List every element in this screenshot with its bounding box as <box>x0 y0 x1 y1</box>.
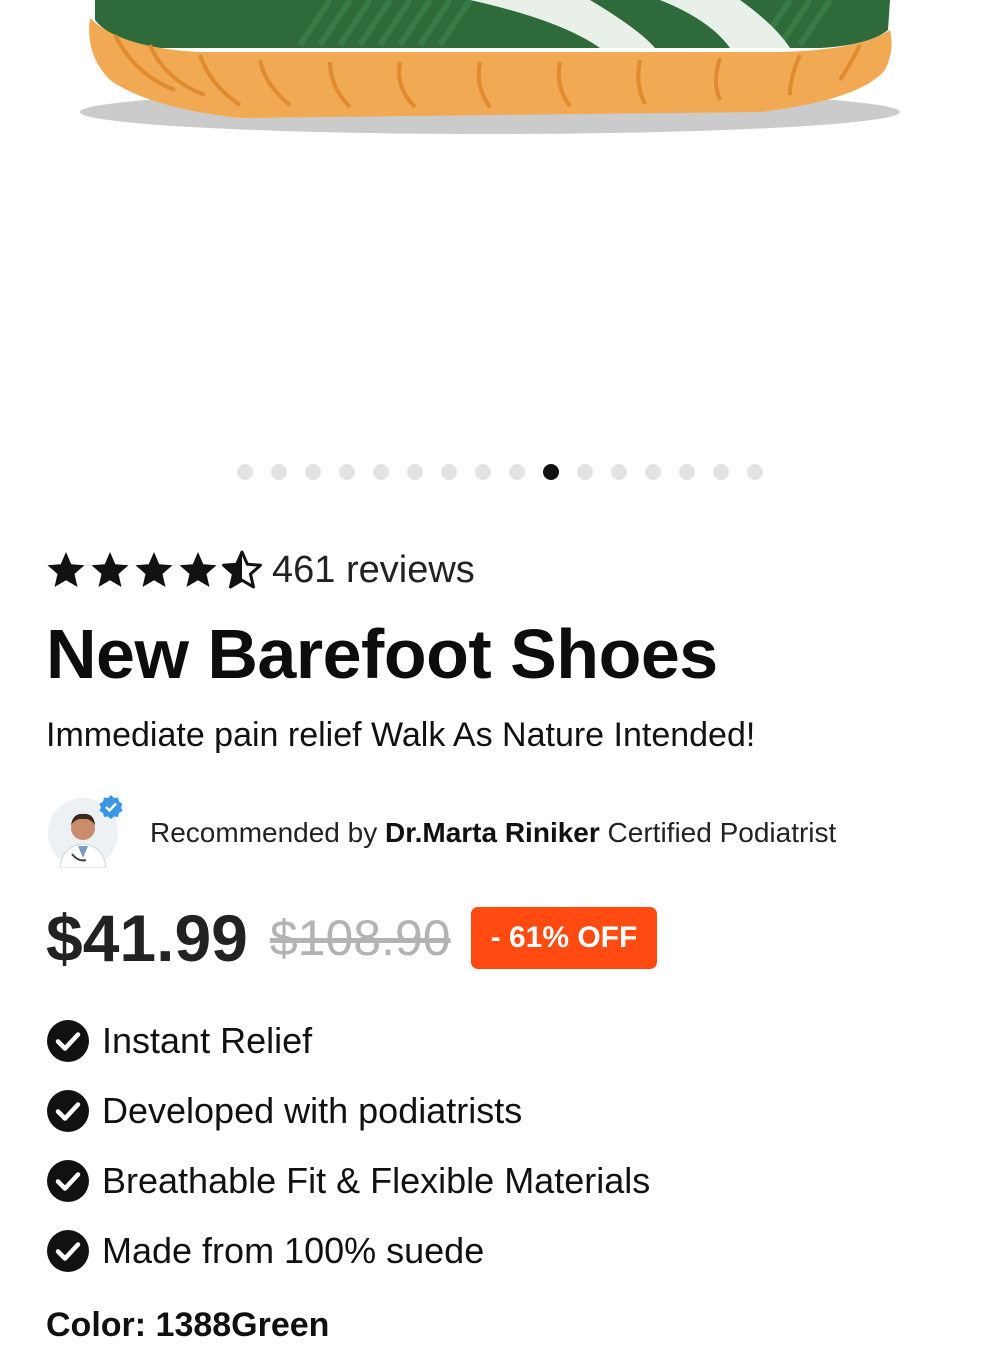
carousel-dot[interactable] <box>509 464 525 480</box>
check-circle-icon <box>47 1160 89 1202</box>
carousel-dot-active[interactable] <box>543 464 559 480</box>
check-circle-icon <box>47 1020 89 1062</box>
recommendation-prefix: Recommended by <box>150 817 386 848</box>
product-subtitle: Immediate pain relief Walk As Nature Int… <box>46 716 756 754</box>
check-circle-icon <box>47 1090 89 1132</box>
carousel-dot[interactable] <box>339 464 355 480</box>
rating-row[interactable]: 461 reviews <box>46 546 475 594</box>
discount-badge: - 61% OFF <box>470 907 658 969</box>
recommendation-text: Recommended by Dr.Marta Riniker Certifie… <box>150 817 836 849</box>
original-price: $108.90 <box>269 910 451 966</box>
current-price: $41.99 <box>46 901 248 975</box>
carousel-dot[interactable] <box>645 464 661 480</box>
carousel-dot[interactable] <box>373 464 389 480</box>
carousel-dot[interactable] <box>679 464 695 480</box>
carousel-dot[interactable] <box>475 464 491 480</box>
feature-text: Made from 100% suede <box>102 1230 485 1271</box>
verified-badge-icon <box>99 795 123 819</box>
carousel-dot[interactable] <box>611 464 627 480</box>
feature-list: Instant Relief Developed with podiatrists… <box>46 1006 650 1286</box>
feature-text: Developed with podiatrists <box>102 1090 523 1131</box>
feature-item: Made from 100% suede <box>46 1216 650 1286</box>
star-icon <box>178 550 218 590</box>
carousel-dot[interactable] <box>747 464 763 480</box>
star-half-icon <box>222 550 262 590</box>
feature-item: Breathable Fit & Flexible Materials <box>46 1146 650 1216</box>
price-row: $41.99 $108.90 - 61% OFF <box>46 900 658 976</box>
avatar <box>48 795 123 868</box>
carousel-dot[interactable] <box>407 464 423 480</box>
carousel-dots <box>0 464 1000 480</box>
product-image[interactable] <box>0 0 1000 440</box>
reviews-count[interactable]: 461 reviews <box>272 549 475 592</box>
star-icon <box>90 550 130 590</box>
carousel-dot[interactable] <box>577 464 593 480</box>
star-icon <box>134 550 174 590</box>
feature-item: Instant Relief <box>46 1006 650 1076</box>
star-rating <box>46 550 262 590</box>
carousel-dot[interactable] <box>237 464 253 480</box>
product-title: New Barefoot Shoes <box>46 615 718 693</box>
shoe-illustration <box>80 0 900 134</box>
recommendation-suffix: Certified Podiatrist <box>599 817 837 848</box>
feature-text: Instant Relief <box>102 1020 313 1061</box>
doctor-name: Dr.Marta Riniker <box>385 817 600 848</box>
feature-text: Breathable Fit & Flexible Materials <box>102 1160 651 1201</box>
carousel-dot[interactable] <box>441 464 457 480</box>
carousel-dot[interactable] <box>305 464 321 480</box>
check-circle-icon <box>47 1230 89 1272</box>
feature-item: Developed with podiatrists <box>46 1076 650 1146</box>
color-label: Color: 1388Green <box>46 1306 330 1344</box>
star-icon <box>46 550 86 590</box>
carousel-dot[interactable] <box>271 464 287 480</box>
recommendation: Recommended by Dr.Marta Riniker Certifie… <box>48 795 836 868</box>
carousel-dot[interactable] <box>713 464 729 480</box>
